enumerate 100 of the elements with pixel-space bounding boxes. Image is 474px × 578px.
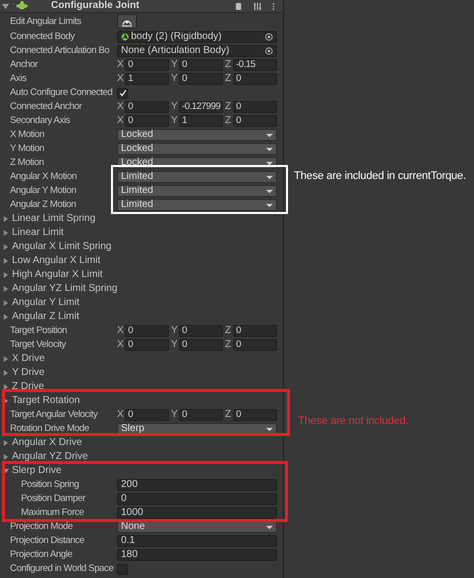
- number-field[interactable]: 0: [233, 409, 277, 421]
- dropdown[interactable]: Limited: [117, 199, 277, 211]
- foldout-arrow-icon[interactable]: [3, 216, 9, 222]
- field-label: Position Damper: [21, 494, 86, 504]
- number-field[interactable]: 0: [125, 325, 169, 337]
- number-field[interactable]: 1000: [117, 507, 277, 519]
- dropdown-caret-icon: [266, 146, 273, 152]
- axis-label: Z: [225, 326, 231, 336]
- foldout-label[interactable]: Slerp Drive: [12, 466, 62, 476]
- number-field[interactable]: 0: [125, 115, 169, 127]
- axis-label: Y: [171, 410, 177, 420]
- number-field[interactable]: 0: [233, 115, 277, 127]
- component-title: Configurable Joint: [51, 1, 140, 11]
- object-value: body (2) (Rigidbody): [131, 32, 223, 42]
- foldout-label[interactable]: Low Angular X Limit: [12, 256, 100, 266]
- foldout-label[interactable]: Angular X Limit Spring: [12, 242, 112, 252]
- number-field[interactable]: 1: [179, 115, 223, 127]
- number-field[interactable]: 0: [179, 59, 223, 71]
- field-label: Anchor: [10, 60, 38, 70]
- axis-label: Y: [171, 74, 177, 84]
- checkbox[interactable]: [117, 564, 128, 574]
- number-field[interactable]: -0.127999: [179, 101, 223, 113]
- dropdown[interactable]: Locked: [117, 143, 277, 155]
- axis-label: Z: [225, 116, 231, 126]
- foldout-arrow-icon[interactable]: [3, 314, 9, 320]
- foldout-arrow-icon[interactable]: [3, 384, 9, 390]
- number-field[interactable]: 0: [233, 325, 277, 337]
- number-field[interactable]: 0: [125, 59, 169, 71]
- number-field[interactable]: 0: [125, 339, 169, 351]
- foldout-label[interactable]: Linear Limit Spring: [12, 214, 96, 224]
- dropdown-caret-icon: [266, 202, 273, 208]
- foldout-label[interactable]: Angular YZ Drive: [12, 452, 88, 462]
- dropdown[interactable]: None: [117, 521, 277, 533]
- foldout-label[interactable]: Y Drive: [12, 368, 45, 378]
- number-field[interactable]: 200: [117, 479, 277, 491]
- foldout-arrow-icon[interactable]: [3, 286, 9, 292]
- foldout-arrow-icon[interactable]: [3, 272, 9, 278]
- field-label: Edit Angular Limits: [10, 16, 82, 26]
- field-label: Auto Configure Connected: [10, 88, 112, 98]
- object-field[interactable]: body (2) (Rigidbody): [117, 31, 277, 43]
- dropdown-caret-icon: [266, 524, 273, 530]
- dropdown-caret-icon: [266, 132, 273, 138]
- axis-label: X: [117, 74, 123, 84]
- axis-label: Y: [171, 340, 177, 350]
- axis-label: Z: [225, 60, 231, 70]
- foldout-label[interactable]: X Drive: [12, 354, 45, 364]
- number-field[interactable]: 0: [179, 339, 223, 351]
- foldout-label[interactable]: Z Drive: [12, 382, 44, 392]
- number-field[interactable]: 0.1: [117, 535, 277, 547]
- dropdown[interactable]: Locked: [117, 129, 277, 141]
- field-label: Connected Anchor: [10, 102, 82, 112]
- foldout-label[interactable]: Angular X Drive: [12, 438, 82, 448]
- foldout-arrow-icon[interactable]: [3, 356, 9, 362]
- foldout-arrow-icon[interactable]: [3, 244, 9, 250]
- dropdown-caret-icon: [266, 160, 273, 166]
- number-field[interactable]: 0: [179, 409, 223, 421]
- checkbox[interactable]: [117, 88, 128, 98]
- number-field[interactable]: 0: [233, 339, 277, 351]
- foldout-arrow-icon[interactable]: [3, 468, 9, 474]
- dropdown[interactable]: Limited: [117, 171, 277, 183]
- foldout-arrow-icon[interactable]: [3, 258, 9, 264]
- foldout-label[interactable]: Angular Y Limit: [12, 298, 80, 308]
- more-menu-icon[interactable]: [272, 2, 275, 10]
- axis-label: Y: [171, 102, 177, 112]
- number-field[interactable]: -0.15: [233, 59, 277, 71]
- foldout-label[interactable]: Target Rotation: [12, 396, 80, 406]
- axis-label: X: [117, 60, 123, 70]
- number-field[interactable]: 0: [233, 101, 277, 113]
- field-label: Angular Z Motion: [10, 200, 76, 210]
- foldout-arrow-icon[interactable]: [3, 300, 9, 306]
- axis-label: Z: [225, 102, 231, 112]
- presets-icon[interactable]: [253, 2, 262, 10]
- number-field[interactable]: 0: [179, 325, 223, 337]
- field-label: Position Spring: [21, 480, 79, 490]
- field-label: Projection Angle: [10, 550, 72, 560]
- axis-label: Z: [225, 74, 231, 84]
- number-field[interactable]: 1: [125, 73, 169, 85]
- foldout-arrow-icon[interactable]: [3, 440, 9, 446]
- foldout-label[interactable]: High Angular X Limit: [12, 270, 103, 280]
- object-field[interactable]: None (Articulation Body): [117, 45, 277, 57]
- field-label: Target Angular Velocity: [10, 410, 98, 420]
- foldout-arrow-icon[interactable]: [3, 454, 9, 460]
- number-field[interactable]: 0: [125, 101, 169, 113]
- fold-arrow-icon[interactable]: [2, 2, 9, 10]
- number-field[interactable]: 180: [117, 549, 277, 561]
- dropdown[interactable]: Limited: [117, 185, 277, 197]
- foldout-label[interactable]: Angular YZ Limit Spring: [12, 284, 118, 294]
- foldout-arrow-icon[interactable]: [3, 230, 9, 236]
- annotation-note: These are not included.: [298, 416, 408, 427]
- foldout-label[interactable]: Linear Limit: [12, 228, 64, 238]
- number-field[interactable]: 0: [117, 493, 277, 505]
- foldout-arrow-icon[interactable]: [3, 398, 9, 404]
- foldout-label[interactable]: Angular Z Limit: [12, 312, 80, 322]
- number-field[interactable]: 0: [125, 409, 169, 421]
- joint-icon: [16, 1, 28, 11]
- field-label: Connected Body: [10, 32, 75, 42]
- foldout-arrow-icon[interactable]: [3, 370, 9, 376]
- edit-limits-button[interactable]: [117, 14, 137, 29]
- number-field[interactable]: 0: [233, 73, 277, 85]
- number-field[interactable]: 0: [179, 73, 223, 85]
